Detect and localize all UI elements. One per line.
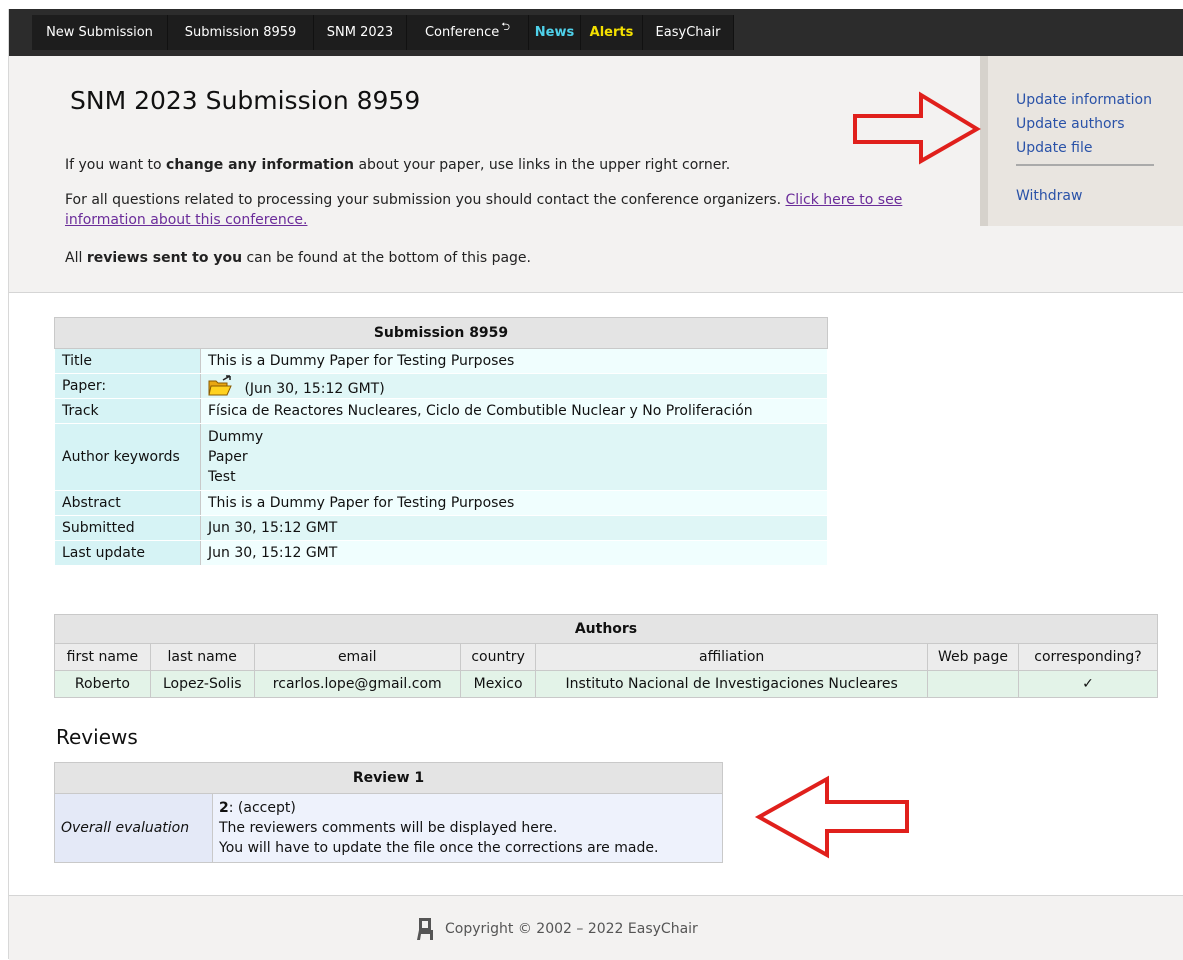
email-cell: rcarlos.lope@gmail.com — [253, 670, 461, 698]
folder-icon[interactable] — [208, 375, 234, 397]
nav-snm2023[interactable]: SNM 2023 — [314, 15, 407, 50]
last-name-cell: Lopez-Solis — [149, 670, 255, 698]
first-name-cell: Roberto — [54, 670, 151, 698]
keyword: Paper — [208, 449, 248, 465]
row-label: Submitted — [54, 515, 201, 541]
submission-table: Submission 8959 Title This is a Dummy Pa… — [54, 317, 828, 566]
nav-label: News — [534, 25, 575, 40]
nav-label: Alerts — [589, 25, 634, 40]
column-header: Web page — [927, 643, 1019, 671]
last-update-value: Jun 30, 15:12 GMT — [200, 540, 828, 566]
update-information-link[interactable]: Update information — [1016, 92, 1152, 108]
text: For all questions related to processing … — [65, 192, 786, 208]
nav-new-submission[interactable]: New Submission — [32, 15, 168, 50]
nav-label: EasyChair — [655, 25, 721, 40]
column-header: first name — [54, 643, 151, 671]
row-label: Last update — [54, 540, 201, 566]
column-header: affiliation — [535, 643, 928, 671]
web-page-cell — [927, 670, 1019, 698]
corresponding-check-icon: ✓ — [1018, 670, 1158, 698]
affiliation-cell: Instituto Nacional de Investigaciones Nu… — [535, 670, 928, 698]
row-label: Title — [54, 348, 201, 374]
review-score-text: : (accept) — [228, 800, 296, 816]
page-header: SNM 2023 Submission 8959 If you want to … — [9, 56, 1183, 293]
text-bold: change any information — [166, 157, 355, 173]
info-paragraph-2: For all questions related to processing … — [65, 190, 980, 230]
nav-conference[interactable]: Conference ⮌ — [407, 15, 529, 50]
keyword: Test — [208, 469, 236, 485]
authors-table-heading: Authors — [54, 614, 1158, 644]
nav-easychair[interactable]: EasyChair — [643, 15, 734, 50]
paper-cell: (Jun 30, 15:12 GMT) — [200, 373, 828, 399]
menu-divider — [1016, 164, 1154, 166]
left-arrow-annotation — [754, 775, 909, 859]
table-row: Submitted Jun 30, 15:12 GMT — [54, 515, 828, 541]
review-score-line: 2: (accept) — [219, 798, 716, 818]
nav-alerts[interactable]: Alerts — [581, 15, 643, 50]
nav-news[interactable]: News — [529, 15, 581, 50]
authors-table: Authors first name last name email count… — [54, 614, 1158, 698]
table-row: Roberto Lopez-Solis rcarlos.lope@gmail.c… — [54, 670, 1158, 698]
page-title: SNM 2023 Submission 8959 — [70, 86, 421, 115]
text: If you want to — [65, 157, 167, 173]
row-label: Paper: — [54, 373, 201, 399]
review-comment: The reviewers comments will be displayed… — [219, 820, 558, 836]
easychair-logo-icon — [417, 918, 433, 940]
paper-timestamp: (Jun 30, 15:12 GMT) — [244, 381, 385, 397]
text: All — [65, 250, 87, 266]
submission-table-heading: Submission 8959 — [54, 317, 828, 349]
row-label: Abstract — [54, 490, 201, 516]
table-row: Track Física de Reactores Nucleares, Cic… — [54, 398, 828, 424]
column-header: country — [459, 643, 537, 671]
review-score: 2 — [219, 800, 229, 816]
country-cell: Mexico — [459, 670, 537, 698]
abstract-value: This is a Dummy Paper for Testing Purpos… — [200, 490, 828, 516]
nav-label: SNM 2023 — [326, 25, 394, 40]
title-value: This is a Dummy Paper for Testing Purpos… — [200, 348, 828, 374]
track-value: Física de Reactores Nucleares, Ciclo de … — [200, 398, 828, 424]
text: about your paper, use links in the upper… — [354, 157, 731, 173]
authors-header-row: first name last name email country affil… — [54, 643, 1158, 671]
copyright-text: Copyright © 2002 – 2022 EasyChair — [445, 921, 698, 937]
table-row: Last update Jun 30, 15:12 GMT — [54, 540, 828, 566]
column-header: email — [253, 643, 461, 671]
info-paragraph-3: All reviews sent to you can be found at … — [65, 248, 980, 268]
footer-content: Copyright © 2002 – 2022 EasyChair — [415, 916, 698, 942]
keywords-cell: Dummy Paper Test — [200, 423, 828, 491]
review-content: 2: (accept) The reviewers comments will … — [212, 793, 723, 863]
withdraw-link[interactable]: Withdraw — [1016, 188, 1082, 204]
review-table: Review 1 Overall evaluation 2: (accept) … — [54, 762, 723, 863]
table-row: Abstract This is a Dummy Paper for Testi… — [54, 490, 828, 516]
column-header: last name — [149, 643, 255, 671]
keyword: Dummy — [208, 429, 264, 445]
submitted-value: Jun 30, 15:12 GMT — [200, 515, 828, 541]
right-arrow-annotation — [853, 91, 981, 165]
update-authors-link[interactable]: Update authors — [1016, 116, 1125, 132]
nav-label: Conference — [424, 25, 500, 40]
table-row: Overall evaluation 2: (accept) The revie… — [54, 793, 723, 863]
table-row: Paper: (Jun 30, 15:12 GMT) — [54, 373, 828, 399]
review-title: Review 1 — [54, 762, 723, 794]
table-row: Author keywords Dummy Paper Test — [54, 423, 828, 491]
page-footer: Copyright © 2002 – 2022 EasyChair — [9, 895, 1183, 960]
column-header: corresponding? — [1018, 643, 1158, 671]
row-label: Track — [54, 398, 201, 424]
row-label: Author keywords — [54, 423, 201, 491]
overall-evaluation-label: Overall evaluation — [54, 793, 213, 863]
reviews-heading: Reviews — [56, 725, 138, 749]
top-nav: New Submission Submission 8959 SNM 2023 … — [9, 9, 1183, 56]
nav-submission[interactable]: Submission 8959 — [168, 15, 314, 50]
return-arrow-icon: ⮌ — [501, 20, 511, 33]
text: can be found at the bottom of this page. — [242, 250, 531, 266]
nav-label: New Submission — [46, 25, 153, 40]
nav-label: Submission 8959 — [184, 25, 297, 40]
table-row: Title This is a Dummy Paper for Testing … — [54, 348, 828, 374]
info-paragraph-1: If you want to change any information ab… — [65, 155, 980, 175]
submission-actions-menu: Update information Update authors Update… — [980, 56, 1183, 226]
text-bold: reviews sent to you — [86, 250, 243, 266]
page-frame: New Submission Submission 8959 SNM 2023 … — [8, 9, 1183, 960]
review-comment: You will have to update the file once th… — [219, 840, 659, 856]
update-file-link[interactable]: Update file — [1016, 140, 1092, 156]
